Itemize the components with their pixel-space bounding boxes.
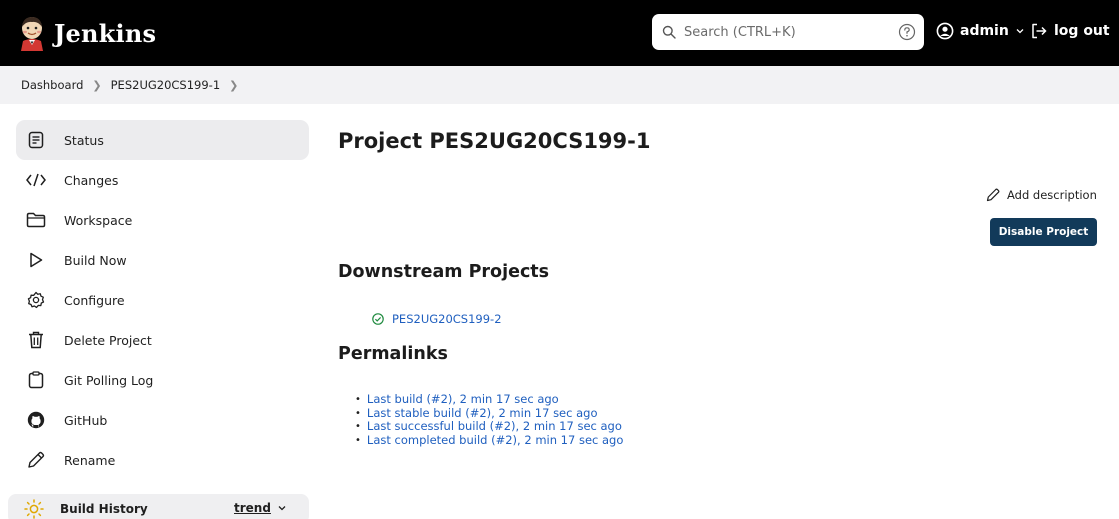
github-icon bbox=[26, 410, 46, 430]
user-name: admin bbox=[960, 23, 1009, 39]
folder-icon bbox=[26, 210, 46, 230]
disable-project-button[interactable]: Disable Project bbox=[990, 218, 1097, 246]
pencil-icon bbox=[26, 450, 46, 470]
breadcrumb-dashboard[interactable]: Dashboard bbox=[21, 78, 83, 92]
gear-icon bbox=[26, 290, 46, 310]
add-description-link[interactable]: Add description bbox=[986, 188, 1097, 202]
sidebar-item-label: Workspace bbox=[64, 212, 133, 228]
logout-label: log out bbox=[1054, 23, 1110, 39]
permalink-last-completed-build[interactable]: Last completed build (#2), 2 min 17 sec … bbox=[355, 433, 623, 448]
downstream-project-name: PES2UG20CS199-2 bbox=[392, 312, 502, 326]
sidebar-item-label: Rename bbox=[64, 452, 116, 468]
jenkins-home-link[interactable]: Jenkins bbox=[18, 13, 156, 53]
trend-link[interactable]: trend bbox=[234, 501, 287, 515]
jenkins-butler-icon bbox=[21, 17, 43, 51]
permalink-last-successful-build[interactable]: Last successful build (#2), 2 min 17 sec… bbox=[355, 419, 623, 434]
add-description-label: Add description bbox=[1007, 188, 1097, 202]
chevron-down-icon bbox=[1016, 29, 1024, 34]
permalinks-heading: Permalinks bbox=[338, 344, 448, 364]
search-input[interactable] bbox=[684, 24, 884, 40]
sidebar-item-label: Build Now bbox=[64, 252, 127, 268]
sidebar-item-configure[interactable]: Configure bbox=[16, 280, 309, 320]
permalink-last-stable-build[interactable]: Last stable build (#2), 2 min 17 sec ago bbox=[355, 406, 623, 421]
sidebar-item-label: Git Polling Log bbox=[64, 372, 154, 388]
page-title: Project PES2UG20CS199-1 bbox=[338, 129, 651, 153]
sidebar-item-label: Changes bbox=[64, 172, 119, 188]
build-history-title: Build History bbox=[60, 502, 148, 516]
sidebar-item-changes[interactable]: Changes bbox=[16, 160, 309, 200]
sidebar-item-rename[interactable]: Rename bbox=[16, 440, 309, 480]
trash-icon bbox=[26, 330, 46, 350]
sidebar-item-status[interactable]: Status bbox=[16, 120, 309, 160]
permalinks-list: Last build (#2), 2 min 17 sec ago Last s… bbox=[355, 392, 623, 448]
help-icon[interactable] bbox=[898, 23, 916, 41]
sidebar-item-label: Status bbox=[64, 132, 104, 148]
downstream-project-link[interactable]: PES2UG20CS199-2 bbox=[372, 312, 502, 326]
sidebar-item-build-now[interactable]: Build Now bbox=[16, 240, 309, 280]
logout-icon bbox=[1032, 23, 1047, 39]
sidebar-item-git-polling-log[interactable]: Git Polling Log bbox=[16, 360, 309, 400]
user-circle-icon bbox=[936, 22, 954, 40]
play-icon bbox=[26, 250, 46, 270]
logout-link[interactable]: log out bbox=[1030, 22, 1110, 40]
sidebar-item-github[interactable]: GitHub bbox=[16, 400, 309, 440]
code-icon bbox=[26, 170, 46, 190]
pencil-icon bbox=[986, 188, 1000, 202]
sidebar: Status Changes Workspace Build Now Confi… bbox=[16, 120, 309, 480]
search-icon bbox=[662, 25, 676, 39]
document-icon bbox=[26, 130, 46, 150]
trend-label: trend bbox=[234, 501, 271, 515]
logo-text: Jenkins bbox=[54, 18, 157, 48]
breadcrumb-project[interactable]: PES2UG20CS199-1 bbox=[111, 78, 221, 92]
sidebar-item-label: Delete Project bbox=[64, 332, 152, 348]
success-check-icon bbox=[372, 313, 384, 325]
downstream-projects-heading: Downstream Projects bbox=[338, 262, 550, 282]
user-menu[interactable]: admin bbox=[936, 22, 1025, 40]
chevron-down-icon bbox=[278, 506, 286, 511]
permalink-last-build[interactable]: Last build (#2), 2 min 17 sec ago bbox=[355, 392, 623, 407]
sidebar-item-delete-project[interactable]: Delete Project bbox=[16, 320, 309, 360]
clipboard-icon bbox=[26, 370, 46, 390]
chevron-right-icon: ❯ bbox=[92, 78, 102, 92]
sidebar-item-label: Configure bbox=[64, 292, 125, 308]
sun-icon bbox=[24, 499, 44, 519]
sidebar-item-label: GitHub bbox=[64, 412, 108, 428]
build-history-header: Build History trend bbox=[8, 494, 309, 519]
top-header: Jenkins admin log out bbox=[0, 0, 1119, 66]
breadcrumb: Dashboard ❯ PES2UG20CS199-1 ❯ bbox=[0, 66, 1119, 104]
chevron-right-icon[interactable]: ❯ bbox=[229, 79, 238, 92]
sidebar-item-workspace[interactable]: Workspace bbox=[16, 200, 309, 240]
search-box[interactable] bbox=[652, 14, 924, 50]
